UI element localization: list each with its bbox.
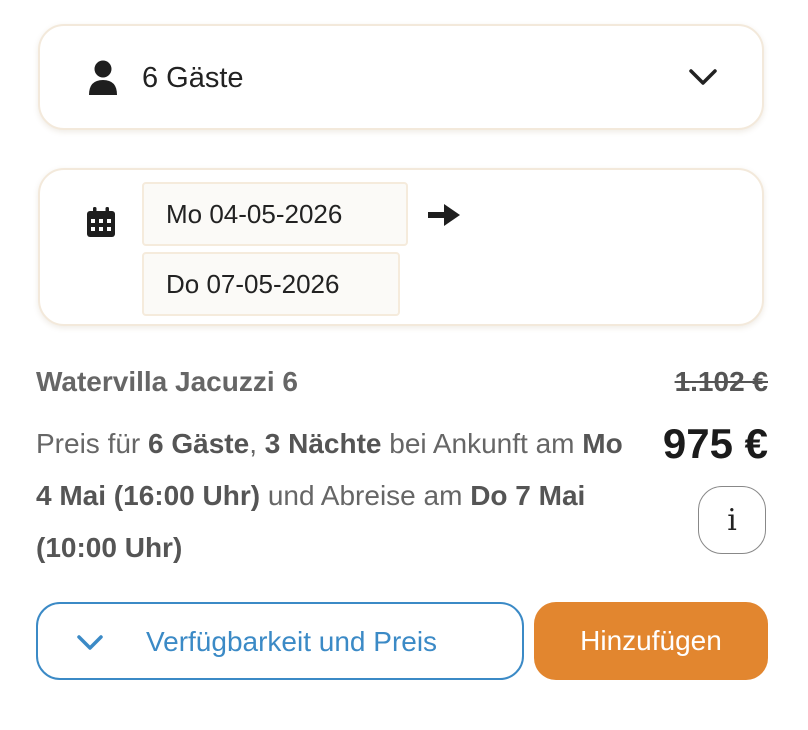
listing-title: Watervilla Jacuzzi 6 <box>36 366 298 397</box>
listing-description: Preis für 6 Gäste, 3 Nächte bei Ankunft … <box>36 428 623 563</box>
availability-price-label: Verfügbarkeit und Preis <box>146 626 438 657</box>
date-range-picker: Mo 04-05-2026 Do 07-05-2026 <box>38 168 764 326</box>
original-price: 1.102 € <box>674 366 768 397</box>
departure-date-field[interactable]: Do 07-05-2026 <box>142 252 400 316</box>
chevron-down-icon <box>77 635 103 650</box>
guests-select[interactable]: 6 Gäste <box>38 24 764 130</box>
add-button[interactable]: Hinzufügen <box>534 602 768 680</box>
arrow-right-icon <box>428 204 460 226</box>
info-button[interactable]: i <box>698 486 766 554</box>
arrival-date-field[interactable]: Mo 04-05-2026 <box>142 182 408 246</box>
person-icon <box>89 60 117 95</box>
availability-price-button[interactable]: Verfügbarkeit und Preis <box>36 602 524 680</box>
current-price: 975 € <box>662 420 768 467</box>
info-icon: i <box>727 502 737 538</box>
calendar-icon <box>87 207 115 237</box>
guests-value: 6 Gäste <box>142 62 244 94</box>
chevron-down-icon[interactable] <box>688 66 718 88</box>
